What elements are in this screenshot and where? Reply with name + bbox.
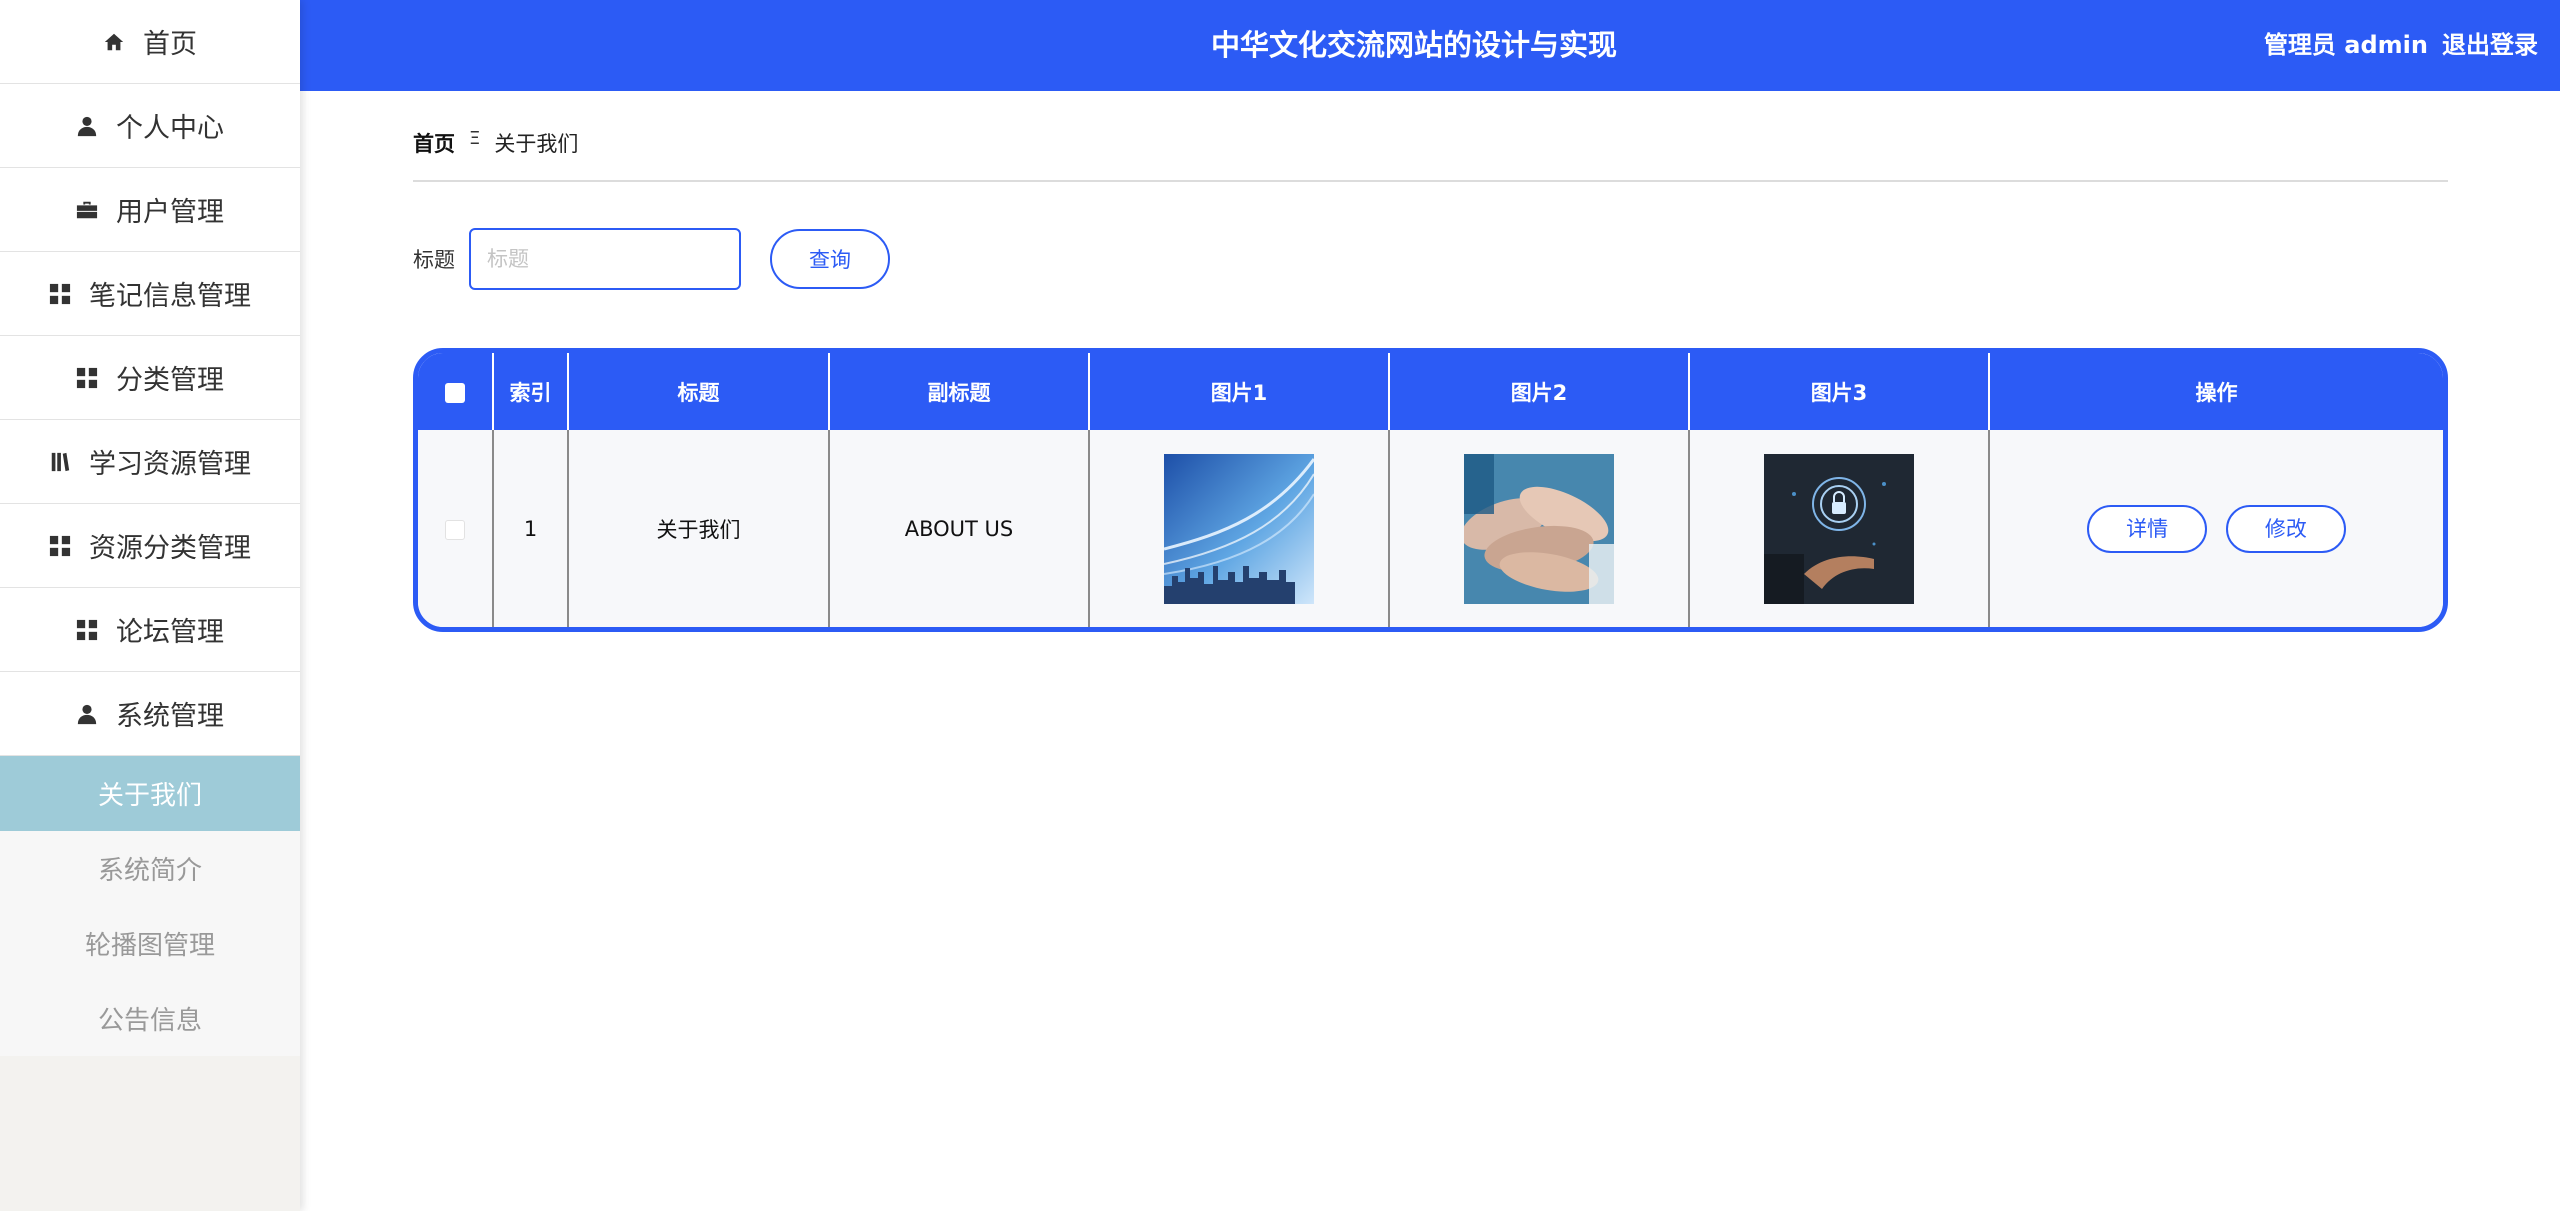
column-header-subtitle: 副标题 — [829, 353, 1090, 430]
sidebar-item-notes[interactable]: 笔记信息管理 — [0, 252, 300, 336]
sidebar-item-label: 系统管理 — [116, 701, 224, 732]
cell-index: 1 — [493, 430, 569, 627]
user-icon — [77, 116, 97, 136]
sidebar-item-label: 个人中心 — [116, 113, 224, 144]
current-user: 管理员 admin — [2263, 31, 2428, 59]
submenu-item-notices[interactable]: 公告信息 — [0, 981, 300, 1056]
cell-image3 — [1689, 430, 1990, 627]
select-all-cell — [418, 353, 494, 430]
cell-actions: 详情 修改 — [1989, 430, 2443, 627]
sidebar-item-users[interactable]: 用户管理 — [0, 168, 300, 252]
grid-icon — [49, 535, 71, 556]
city-skyline-image[interactable] — [1164, 453, 1314, 604]
column-header-actions: 操作 — [2195, 380, 2238, 405]
table-row: 1 关于我们 ABOUT US 详情 修改 — [418, 430, 2443, 627]
cell-image2 — [1389, 430, 1690, 627]
home-icon — [104, 33, 124, 50]
submenu-item-system-intro[interactable]: 系统简介 — [0, 831, 300, 906]
breadcrumb-current: 关于我们 — [494, 132, 579, 156]
sidebar-item-system[interactable]: 系统管理 — [0, 672, 300, 756]
breadcrumb-separator-icon: Ξ — [469, 128, 481, 149]
sidebar-item-label: 用户管理 — [116, 197, 224, 228]
breadcrumb: 首页 Ξ 关于我们 — [413, 128, 2448, 182]
column-header-title: 标题 — [568, 353, 830, 430]
site-title: 中华文化交流网站的设计与实现 — [1210, 28, 1617, 62]
grid-icon — [76, 367, 98, 388]
sidebar-item-label: 学习资源管理 — [89, 449, 251, 480]
data-table: 索引 标题 副标题 图片1 图片2 图片3 操作 1 关于我们 ABOUT US — [413, 348, 2448, 632]
column-header-index: 索引 — [493, 353, 569, 430]
column-header-image2: 图片2 — [1389, 353, 1690, 430]
row-checkbox[interactable] — [445, 519, 465, 540]
title-search-input[interactable] — [469, 228, 741, 290]
table-header-row: 索引 标题 副标题 图片1 图片2 图片3 操作 — [418, 353, 2443, 430]
query-button[interactable]: 查询 — [770, 229, 890, 289]
sidebar-item-label: 论坛管理 — [116, 617, 224, 648]
cell-title: 关于我们 — [568, 430, 830, 627]
logout-link[interactable]: 退出登录 — [2442, 0, 2538, 91]
sidebar-item-profile[interactable]: 个人中心 — [0, 84, 300, 168]
sidebar-item-resource-categories[interactable]: 资源分类管理 — [0, 504, 300, 588]
column-header-image1: 图片1 — [1089, 353, 1390, 430]
grid-icon — [49, 283, 71, 304]
sidebar-item-label: 笔记信息管理 — [89, 281, 251, 312]
sidebar: 首页 个人中心 用户管理 笔记信息管理 分类管理 学习资源管理 资源分类管理 论… — [0, 0, 300, 1211]
edit-button[interactable]: 修改 — [2225, 504, 2346, 553]
column-header-image3: 图片3 — [1689, 353, 1990, 430]
user-icon — [77, 704, 97, 724]
stacked-hands-image[interactable] — [1464, 453, 1614, 604]
cell-image1 — [1089, 430, 1390, 627]
detail-button[interactable]: 详情 — [2087, 504, 2208, 553]
grid-icon — [76, 619, 98, 640]
sidebar-item-forum[interactable]: 论坛管理 — [0, 588, 300, 672]
row-select-cell — [418, 430, 494, 627]
top-header: 中华文化交流网站的设计与实现 管理员 admin 退出登录 — [300, 0, 2560, 91]
lock-in-hand-image[interactable] — [1764, 453, 1914, 604]
select-all-checkbox[interactable] — [445, 382, 465, 403]
sidebar-item-label: 首页 — [143, 29, 197, 60]
submenu-item-about-us[interactable]: 关于我们 — [0, 756, 300, 831]
briefcase-icon — [76, 201, 98, 218]
sidebar-item-resources[interactable]: 学习资源管理 — [0, 420, 300, 504]
sidebar-item-label: 分类管理 — [116, 365, 224, 396]
search-label: 标题 — [413, 248, 455, 272]
breadcrumb-home[interactable]: 首页 — [413, 128, 455, 158]
submenu-item-carousel[interactable]: 轮播图管理 — [0, 906, 300, 981]
cell-subtitle: ABOUT US — [829, 430, 1090, 627]
sidebar-item-categories[interactable]: 分类管理 — [0, 336, 300, 420]
sidebar-item-label: 资源分类管理 — [89, 533, 251, 564]
book-icon — [51, 452, 70, 471]
sidebar-item-home[interactable]: 首页 — [0, 0, 300, 84]
